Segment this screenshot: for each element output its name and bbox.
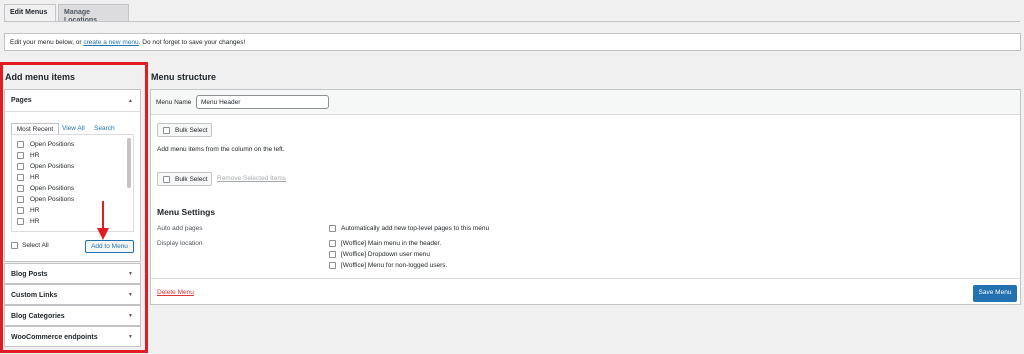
menu-name-label: Menu Name [156,99,192,106]
create-new-menu-link[interactable]: create a new menu [83,39,138,46]
accordion-title: Custom Links [11,292,58,299]
notice-bar: Edit your menu below, or create a new me… [4,33,1021,51]
scrollbar-thumb[interactable] [127,138,131,188]
checkbox[interactable] [17,141,24,148]
delete-menu-link[interactable]: Delete Menu [157,289,194,297]
chevron-down-icon: ▼ [128,271,133,277]
notice-suffix: . Do not forget to save your changes! [138,39,246,46]
tab-manage-locations[interactable]: Manage Locations [58,4,129,24]
location-option-label: [Woffice] Main menu in the header. [341,240,442,247]
list-item-label: Open Positions [30,163,75,170]
menu-name-input[interactable]: Menu Header [196,95,329,109]
accordion-title: WooCommerce endpoints [11,334,98,341]
add-menu-items-heading: Add menu items [5,72,76,82]
menu-hint: Add menu items from the column on the le… [157,146,285,153]
footer-divider [151,278,1020,279]
location-option-label: [Woffice] Menu for non-logged users. [341,262,448,269]
collapse-caret-icon[interactable]: ▲ [128,98,133,104]
pages-list: Open Positions HR Open Positions HR Open… [11,134,134,232]
pages-title: Pages [11,97,32,104]
chevron-down-icon: ▼ [128,292,133,298]
accordion-title: Blog Posts [11,271,48,278]
list-item-label: HR [30,152,40,159]
save-menu-button[interactable]: Save Menu [973,285,1017,302]
menu-settings-heading: Menu Settings [157,207,216,217]
checkbox[interactable] [17,174,24,181]
accordion-woocommerce-endpoints[interactable]: WooCommerce endpoints ▼ [4,326,141,347]
list-item-label: Open Positions [30,185,75,192]
list-item-label: HR [30,174,40,181]
checkbox [163,176,170,183]
checkbox[interactable] [11,242,18,249]
list-item-label: HR [30,218,40,225]
accordion-blog-posts[interactable]: Blog Posts ▼ [4,263,141,284]
checkbox[interactable] [17,218,24,225]
select-all-label: Select All [22,242,49,249]
tab-edit-menus[interactable]: Edit Menus [4,4,56,22]
checkbox[interactable] [17,207,24,214]
chevron-down-icon: ▼ [128,334,133,340]
bulk-select-label: Bulk Select [175,176,208,183]
tab-view-all[interactable]: View All [62,125,85,132]
auto-add-pages-label: Auto add pages [157,225,203,232]
menu-structure-heading: Menu structure [151,72,217,82]
pages-panel: Pages ▲ Most Recent View All Search Open… [4,89,141,262]
bulk-select-label: Bulk Select [175,127,208,134]
checkbox[interactable] [17,152,24,159]
add-to-menu-button[interactable]: Add to Menu [85,240,134,253]
tab-search[interactable]: Search [94,125,115,132]
list-item-label: Open Positions [30,196,75,203]
bulk-select-button-bottom[interactable]: Bulk Select [157,172,212,186]
checkbox[interactable] [329,225,336,232]
display-location-label: Display location [157,240,203,247]
chevron-down-icon: ▼ [128,313,133,319]
notice-prefix: Edit your menu below, or [10,39,84,46]
arrow-down-icon [97,201,109,240]
menu-editor-panel: Menu Name Menu Header Bulk Select Add me… [150,89,1021,305]
checkbox[interactable] [329,251,336,258]
auto-add-option-label: Automatically add new top-level pages to… [341,225,490,232]
checkbox[interactable] [17,196,24,203]
list-item-label: HR [30,207,40,214]
checkbox[interactable] [17,185,24,192]
location-option-label: [Woffice] Dropdown user menu [341,251,430,258]
checkbox [163,127,170,134]
divider [5,111,140,112]
accordion-custom-links[interactable]: Custom Links ▼ [4,284,141,305]
accordion-title: Blog Categories [11,313,65,320]
checkbox[interactable] [17,163,24,170]
checkbox[interactable] [329,262,336,269]
tab-divider [4,21,1020,22]
checkbox[interactable] [329,240,336,247]
list-item-label: Open Positions [30,141,75,148]
bulk-select-button[interactable]: Bulk Select [157,123,212,137]
remove-selected-items-link[interactable]: Remove Selected Items [217,175,286,183]
accordion-blog-categories[interactable]: Blog Categories ▼ [4,305,141,326]
